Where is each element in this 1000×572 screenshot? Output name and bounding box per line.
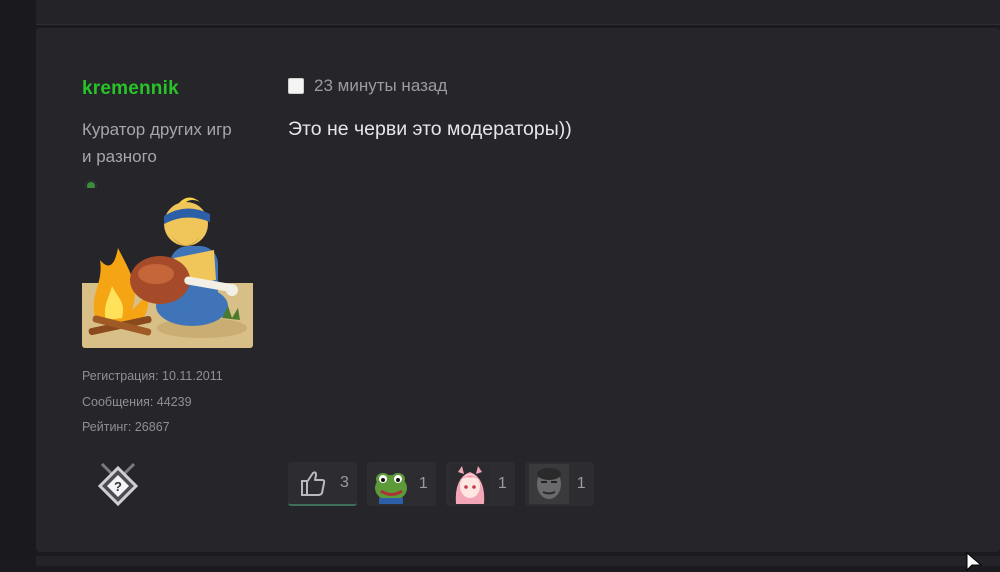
registration-date: Регистрация: 10.11.2011 <box>82 369 223 383</box>
reaction-anime-girl[interactable]: 1 <box>445 462 515 506</box>
reaction-count: 3 <box>340 474 349 491</box>
vault-boy-caveman-avatar-icon <box>82 188 253 348</box>
user-stats: Регистрация: 10.11.2011 Сообщения: 44239… <box>82 364 223 441</box>
rank-badge-icon[interactable]: ? <box>96 460 140 508</box>
previous-post-edge <box>36 0 1000 25</box>
post-meta: 23 минуты назад <box>288 76 447 96</box>
reaction-count: 1 <box>576 475 586 492</box>
select-post-checkbox[interactable] <box>288 78 304 94</box>
pepe-emoji-icon <box>374 473 407 504</box>
mouse-cursor-icon <box>966 552 983 572</box>
username[interactable]: kremennik <box>82 78 262 100</box>
left-rail <box>0 0 36 566</box>
message-count: Сообщения: 44239 <box>82 394 192 409</box>
svg-text:?: ? <box>114 479 122 494</box>
thumbs-up-icon <box>301 471 326 496</box>
anime-girl-emoji-icon <box>449 464 490 504</box>
reaction-count: 1 <box>418 475 428 492</box>
author-panel: kremennik Куратор других игр и разного Р… <box>82 78 262 507</box>
post-time[interactable]: 23 минуты назад <box>314 76 447 96</box>
reaction-face[interactable]: 1 <box>524 462 594 506</box>
rating-value: Рейтинг: 26867 <box>82 420 170 434</box>
reaction-pepe[interactable]: 1 <box>366 462 436 506</box>
reaction-thumbs-up[interactable]: 3 <box>288 462 357 506</box>
face-emoji-icon <box>528 464 569 504</box>
user-title: Куратор других игр и разного <box>82 120 232 166</box>
reactions-bar: 3 1 1 1 <box>288 462 594 506</box>
reaction-count: 1 <box>497 475 507 492</box>
avatar[interactable] <box>82 188 253 348</box>
post-message: Это не черви это модераторы)) <box>288 118 572 140</box>
next-post-edge <box>36 556 1000 566</box>
